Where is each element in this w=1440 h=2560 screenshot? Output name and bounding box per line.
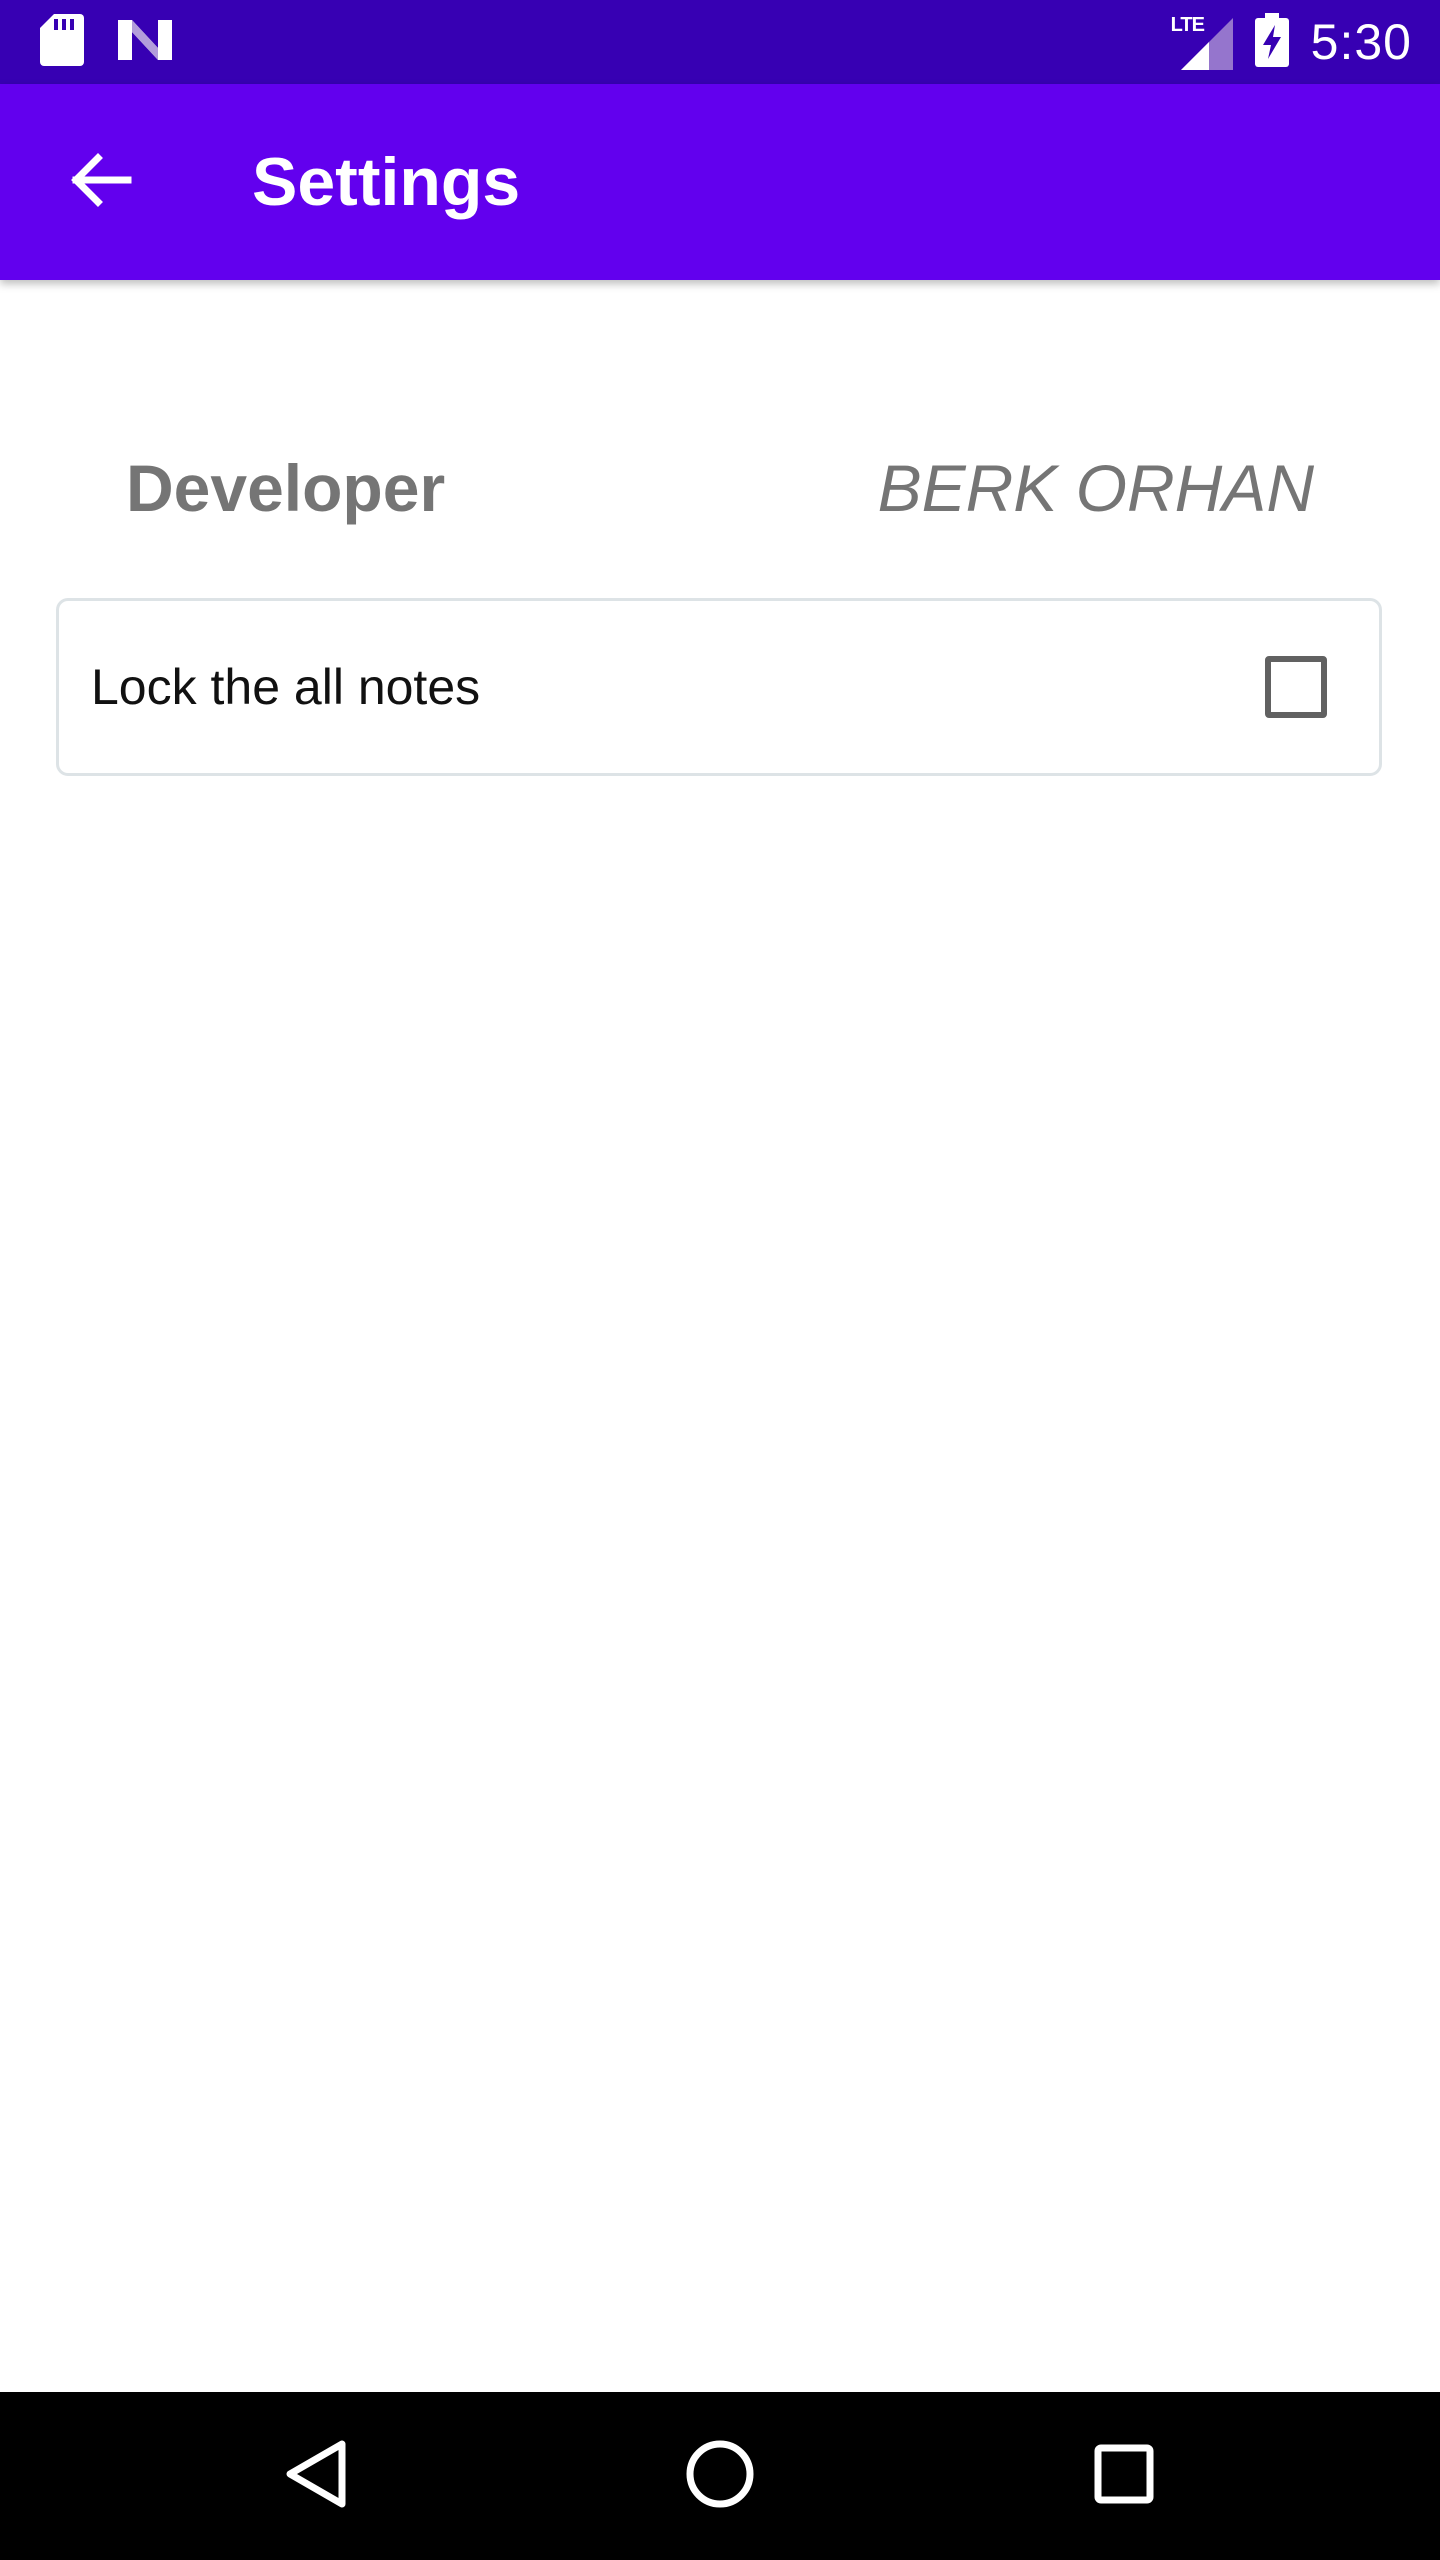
status-system: LTE 5:30 bbox=[1171, 0, 1412, 84]
nav-home-button[interactable] bbox=[670, 2426, 770, 2526]
status-notifications bbox=[40, 13, 172, 71]
lock-notes-label: Lock the all notes bbox=[91, 659, 481, 715]
arrow-back-icon bbox=[68, 152, 132, 213]
page-title: Settings bbox=[252, 144, 521, 220]
back-button[interactable] bbox=[50, 132, 150, 232]
settings-screen: LTE 5:30 Settings Developer BERK ORHAN L… bbox=[0, 0, 1440, 2560]
clock: 5:30 bbox=[1310, 14, 1412, 70]
navigation-bar bbox=[0, 2392, 1440, 2560]
lte-signal-icon: LTE bbox=[1171, 14, 1233, 70]
developer-label: Developer bbox=[126, 451, 446, 525]
status-bar: LTE 5:30 bbox=[0, 0, 1440, 84]
battery-charging-icon bbox=[1254, 12, 1289, 72]
sd-card-icon bbox=[40, 13, 84, 71]
nav-back-button[interactable] bbox=[266, 2426, 366, 2526]
app-notification-icon bbox=[118, 19, 172, 65]
developer-name: BERK ORHAN bbox=[877, 451, 1314, 525]
recents-square-icon bbox=[1094, 2444, 1154, 2509]
nav-recents-button[interactable] bbox=[1074, 2426, 1174, 2526]
developer-row: Developer BERK ORHAN bbox=[0, 430, 1440, 540]
lock-notes-checkbox[interactable] bbox=[1265, 656, 1327, 718]
app-bar: Settings bbox=[0, 84, 1440, 280]
home-circle-icon bbox=[685, 2439, 755, 2514]
lock-notes-setting[interactable]: Lock the all notes bbox=[56, 598, 1382, 776]
back-triangle-icon bbox=[284, 2439, 348, 2514]
